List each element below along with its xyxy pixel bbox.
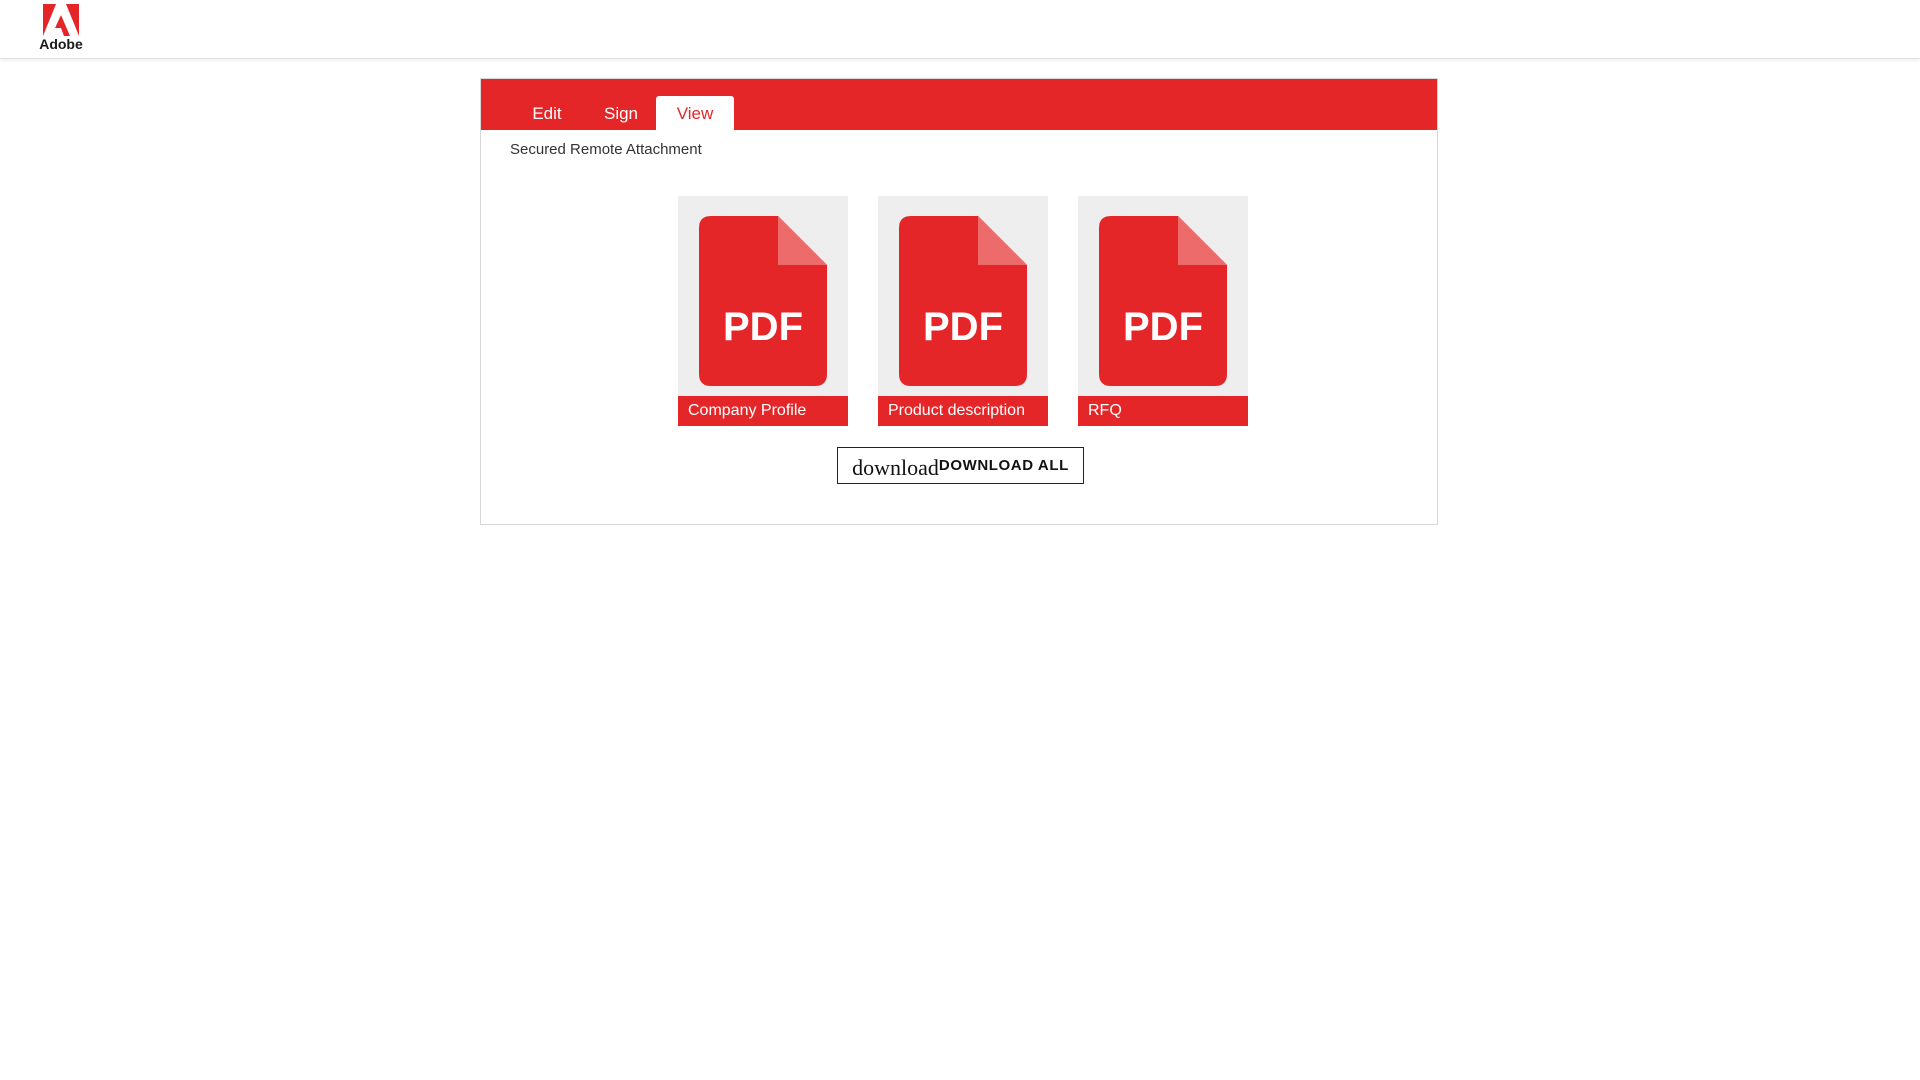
pdf-icon-text: PDF [923,305,1003,349]
file-name: Product description [878,396,1048,426]
download-icon: download [852,454,939,480]
pdf-file-icon: PDF [1099,216,1227,386]
tab-edit[interactable]: Edit [521,96,573,130]
top-bar: Adobe [0,0,1920,59]
adobe-logo[interactable]: Adobe [38,4,84,52]
file-card-rfq[interactable]: PDF RFQ [1078,196,1248,426]
pdf-file-icon: PDF [899,216,1027,386]
file-card-company-profile[interactable]: PDF Company Profile [678,196,848,426]
pdf-file-icon: PDF [699,216,827,386]
download-all-label: DOWNLOAD ALL [938,457,1069,474]
file-card-product-description[interactable]: PDF Product description [878,196,1048,426]
logo-text: Adobe [39,36,83,52]
file-name: Company Profile [678,396,848,426]
attachment-panel: Edit Sign View Secured Remote Attachment… [480,78,1438,525]
panel-subtitle: Secured Remote Attachment [510,141,702,158]
adobe-logo-icon [43,4,79,36]
download-all-button[interactable]: download DOWNLOAD ALL [837,447,1084,484]
panel-header: Edit Sign View [481,79,1437,130]
pdf-icon-text: PDF [723,305,803,349]
file-name: RFQ [1078,396,1248,426]
tab-sign[interactable]: Sign [591,96,651,130]
pdf-icon-text: PDF [1123,305,1203,349]
tab-view[interactable]: View [656,96,734,130]
